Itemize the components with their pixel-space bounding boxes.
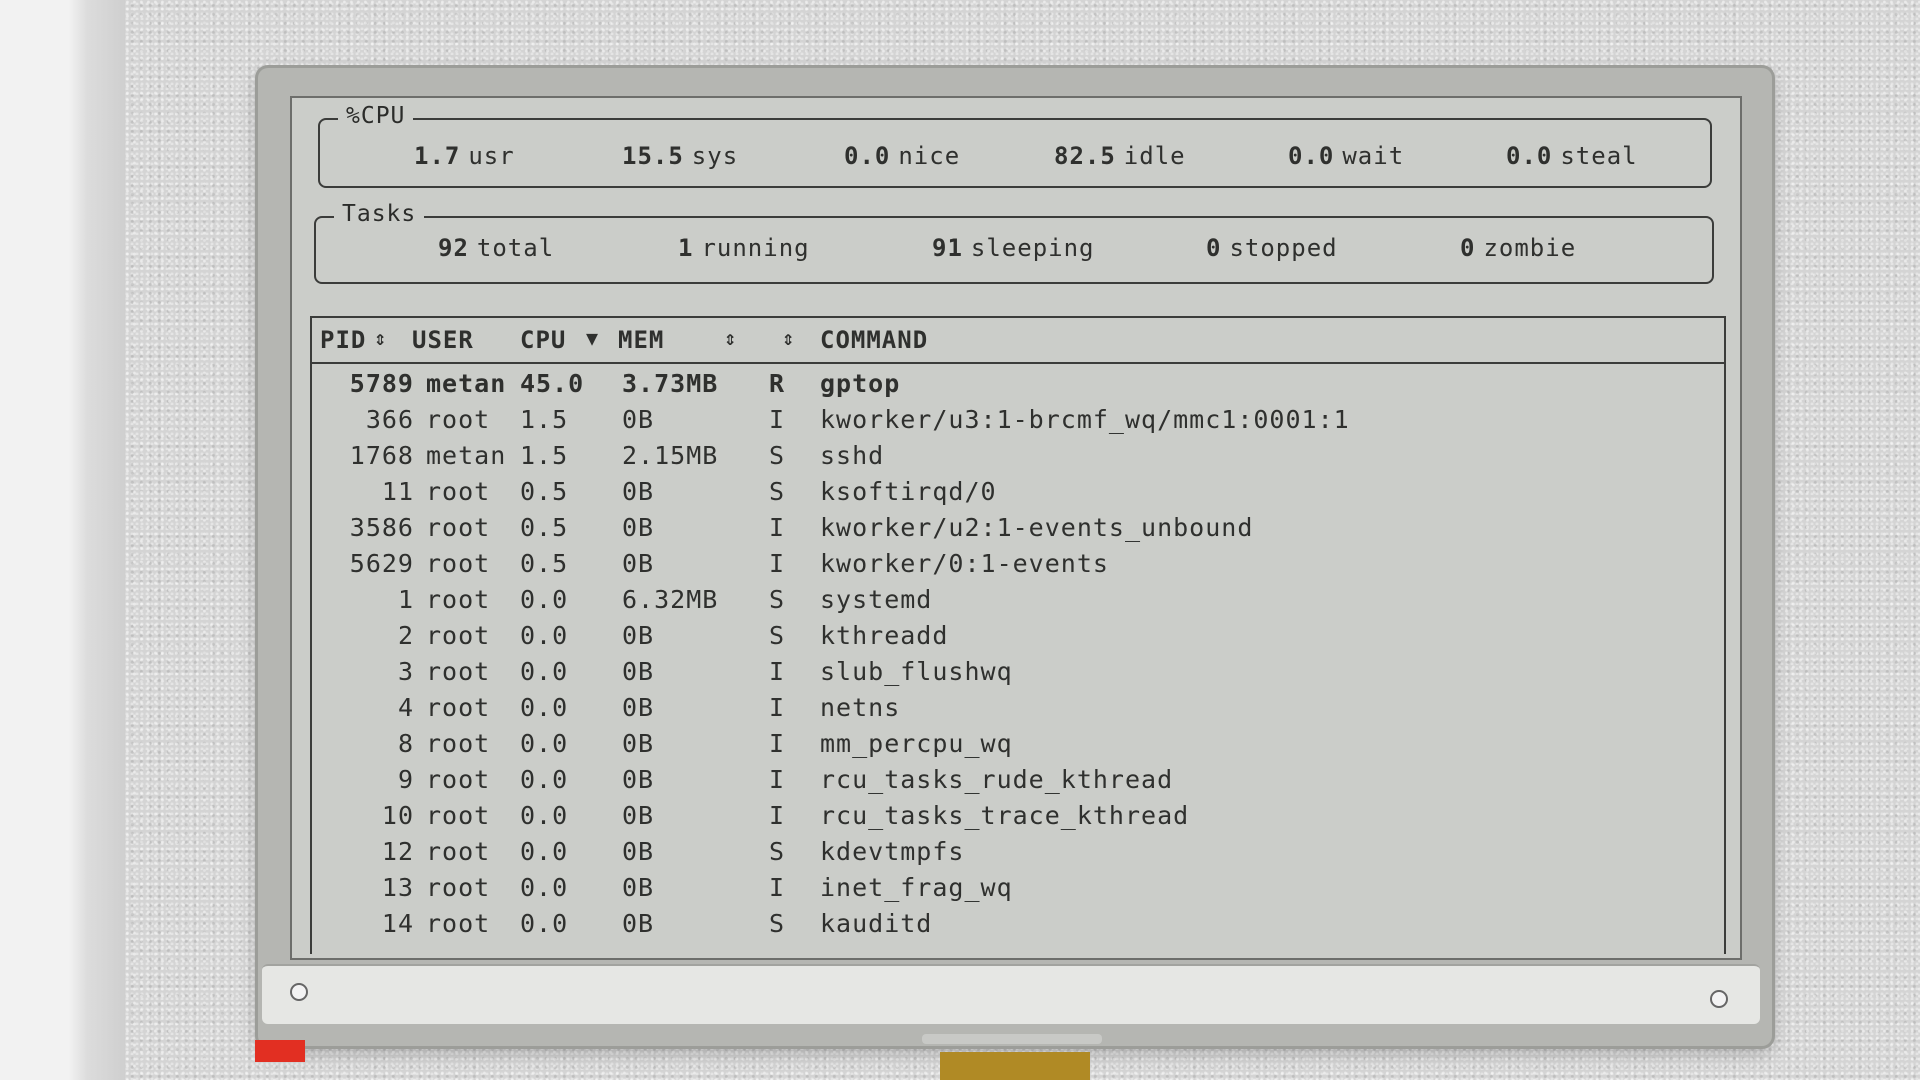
mem-sort-icon[interactable]: ⇕ [724, 326, 737, 350]
table-row[interactable]: 10 root 0.0 0B Ircu_tasks_trace_kthread [312, 798, 1724, 834]
table-row[interactable]: 5629 root 0.5 0B Ikworker/0:1-events [312, 546, 1724, 582]
process-table: PID ⇕ USER CPU ▼ MEM ⇕ ⇕ COMMAND 5789 met… [310, 316, 1726, 954]
table-row[interactable]: 4 root 0.0 0B Inetns [312, 690, 1724, 726]
tasks-sleeping-stat: 91 sleeping [932, 234, 1095, 262]
cpu-group-title: %CPU [338, 103, 414, 129]
tasks-group-title: Tasks [334, 201, 425, 227]
tasks-zombie-stat: 0 zombie [1460, 234, 1577, 262]
table-row[interactable]: 1768 metan 1.5 2.15MB Ssshd [312, 438, 1724, 474]
packaging-frame [0, 0, 125, 1080]
table-row[interactable]: 3586 root 0.5 0B Ikworker/u2:1-events_unboun… [312, 510, 1724, 546]
cpu-groupbox: %CPU 1.7 usr 15.5 sys 0.0 nice 82.5 idle 0.0… [318, 103, 1712, 188]
state-sort-icon[interactable]: ⇕ [782, 326, 795, 350]
command-column-header[interactable]: COMMAND [820, 326, 928, 354]
tasks-stopped-stat: 0 stopped [1206, 234, 1338, 262]
table-row[interactable]: 366 root 1.5 0B Ikworker/u3:1-brcmf_wq/mmc1:… [312, 402, 1724, 438]
tasks-running-stat: 1 running [678, 234, 810, 262]
table-row[interactable]: 3 root 0.0 0B Islub_flushwq [312, 654, 1724, 690]
cpu-sort-desc-icon[interactable]: ▼ [586, 326, 599, 350]
tasks-total-stat: 92 total [438, 234, 555, 262]
red-tab [255, 1040, 305, 1062]
cpu-idle-stat: 82.5 idle [1054, 142, 1186, 170]
cpu-steal-stat: 0.0 steal [1506, 142, 1638, 170]
table-row[interactable]: 13 root 0.0 0B Iinet_frag_wq [312, 870, 1724, 906]
table-row[interactable]: 9 root 0.0 0B Ircu_tasks_rude_kthread [312, 762, 1724, 798]
table-header: PID ⇕ USER CPU ▼ MEM ⇕ ⇕ COMMAND [312, 318, 1724, 364]
user-column-header[interactable]: USER [412, 326, 474, 354]
mem-column-header[interactable]: MEM [618, 326, 664, 354]
cpu-column-header[interactable]: CPU [520, 326, 566, 354]
eink-screen: %CPU 1.7 usr 15.5 sys 0.0 nice 82.5 idle 0.0… [290, 96, 1742, 960]
table-row[interactable]: 1 root 0.0 6.32MB Ssystemd [312, 582, 1724, 618]
cpu-wait-stat: 0.0 wait [1288, 142, 1405, 170]
pid-sort-icon[interactable]: ⇕ [374, 326, 387, 350]
cpu-sys-stat: 15.5 sys [622, 142, 739, 170]
cpu-usr-stat: 1.7 usr [414, 142, 515, 170]
table-row[interactable]: 8 root 0.0 0B Imm_percpu_wq [312, 726, 1724, 762]
table-row[interactable]: 2 root 0.0 0B Skthreadd [312, 618, 1724, 654]
table-row[interactable]: 5789 metan 45.0 3.73MB Rgptop [312, 366, 1724, 402]
table-row[interactable]: 14 root 0.0 0B Skauditd [312, 906, 1724, 942]
tasks-groupbox: Tasks 92 total 1 running 91 sleeping 0 stopp… [314, 201, 1714, 284]
table-row[interactable]: 11 root 0.5 0B Sksoftirqd/0 [312, 474, 1724, 510]
ribbon-connector [940, 1052, 1090, 1080]
screw-hole-icon [290, 983, 308, 1001]
screw-hole-icon [1710, 990, 1728, 1008]
panel-flex-strip [262, 964, 1760, 1044]
cpu-nice-stat: 0.0 nice [844, 142, 961, 170]
table-row[interactable]: 12 root 0.0 0B Skdevtmpfs [312, 834, 1724, 870]
pid-column-header[interactable]: PID [320, 326, 366, 354]
